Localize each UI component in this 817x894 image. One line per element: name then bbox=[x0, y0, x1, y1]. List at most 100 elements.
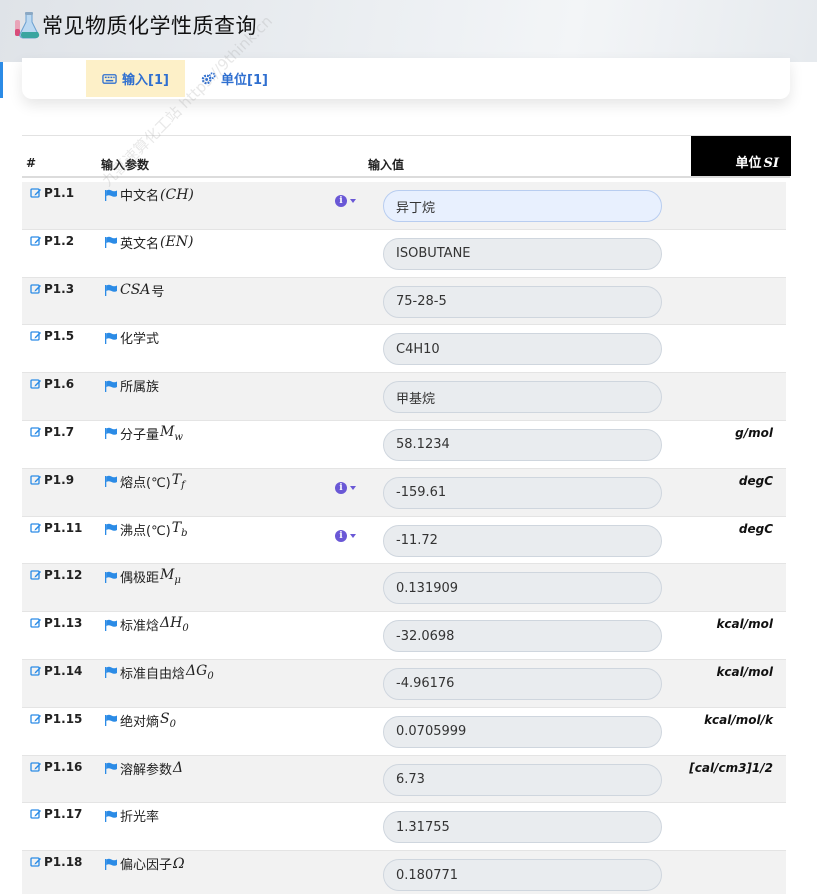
value-input[interactable] bbox=[383, 715, 662, 748]
edit-icon[interactable] bbox=[30, 283, 42, 295]
tab-units[interactable]: 单位[1] bbox=[185, 60, 284, 97]
edit-icon[interactable] bbox=[30, 522, 42, 534]
edit-icon[interactable] bbox=[30, 808, 42, 820]
param-label: 所属族 bbox=[104, 376, 159, 395]
flag-icon bbox=[105, 237, 117, 249]
param-label: 分子量 Mw bbox=[104, 424, 183, 443]
param-symbol: Tf bbox=[171, 471, 185, 491]
row-id: P1.7 bbox=[30, 425, 74, 439]
row-id: P1.1 bbox=[30, 186, 74, 200]
param-label: 标准焓 ΔH0 bbox=[104, 615, 189, 634]
table-row: P1.3 CSA 号 bbox=[22, 277, 786, 326]
edit-icon[interactable] bbox=[30, 235, 42, 247]
edit-icon[interactable] bbox=[30, 426, 42, 438]
flag-icon bbox=[105, 762, 117, 775]
value-input[interactable] bbox=[383, 190, 662, 222]
param-label: 偶极距 Mμ bbox=[104, 567, 181, 586]
param-name: 熔点(℃) bbox=[120, 475, 171, 491]
param-name: 中文名 bbox=[120, 189, 160, 204]
value-input[interactable] bbox=[383, 620, 662, 653]
value-input[interactable] bbox=[383, 572, 662, 605]
keyboard-icon bbox=[102, 74, 117, 84]
edit-icon[interactable] bbox=[30, 617, 42, 629]
row-id: P1.9 bbox=[30, 473, 74, 487]
row-id: P1.12 bbox=[30, 568, 82, 582]
param-symbol: ΔH0 bbox=[160, 615, 189, 635]
unit-label: [cal/cm3]1/2 bbox=[689, 760, 773, 775]
unit-label: kcal/mol/k bbox=[704, 712, 773, 727]
flag-icon bbox=[105, 810, 117, 822]
page-title: 常见物质化学性质查询 bbox=[42, 14, 257, 38]
value-input[interactable] bbox=[383, 476, 662, 509]
row-id: P1.3 bbox=[30, 282, 74, 296]
value-input[interactable] bbox=[383, 763, 662, 796]
flag-icon bbox=[105, 380, 117, 392]
table-top-border bbox=[22, 135, 790, 136]
header-param: 输入参数 bbox=[101, 158, 150, 172]
value-input[interactable] bbox=[383, 381, 662, 414]
flag-icon bbox=[105, 571, 117, 583]
edit-icon[interactable] bbox=[30, 187, 42, 199]
param-name: 偏心因子 bbox=[120, 858, 173, 874]
value-input[interactable] bbox=[383, 333, 662, 366]
param-label: 英文名 (EN) bbox=[104, 233, 193, 252]
table-row: P1.6 所属族 bbox=[22, 373, 786, 421]
value-input[interactable] bbox=[383, 237, 662, 270]
header-unit-symbol: SI bbox=[763, 156, 779, 171]
flag-icon bbox=[105, 428, 117, 440]
table-row: P1.17 折光率 bbox=[22, 803, 786, 852]
row-id: P1.13 bbox=[30, 616, 82, 630]
info-dropdown[interactable]: i bbox=[335, 481, 356, 494]
info-dropdown[interactable]: i bbox=[335, 195, 356, 207]
edit-icon[interactable] bbox=[30, 474, 42, 486]
param-label: 沸点(℃) Tb bbox=[104, 520, 188, 539]
flag-icon bbox=[105, 667, 117, 679]
param-symbol: Mμ bbox=[160, 567, 181, 587]
table-row: P1.9 熔点(℃)Tf i degC bbox=[22, 468, 786, 517]
param-name: 所属族 bbox=[120, 380, 160, 396]
param-suffix: 号 bbox=[151, 284, 165, 300]
info-dropdown[interactable]: i bbox=[335, 529, 356, 542]
tab-input[interactable]: 输入[1] bbox=[86, 60, 185, 97]
flag-icon bbox=[105, 189, 117, 201]
info-icon: i bbox=[335, 195, 347, 207]
value-input[interactable] bbox=[383, 811, 662, 844]
edit-icon[interactable] bbox=[30, 665, 42, 677]
value-input[interactable] bbox=[383, 428, 662, 461]
edit-icon[interactable] bbox=[30, 856, 42, 868]
value-input[interactable] bbox=[383, 667, 662, 700]
table-row: P1.15 绝对熵S0 kcal/mol/k bbox=[22, 707, 786, 756]
param-label: 折光率 bbox=[104, 806, 159, 825]
row-id: P1.11 bbox=[30, 521, 82, 535]
edit-icon[interactable] bbox=[30, 713, 42, 725]
value-input[interactable] bbox=[383, 285, 662, 318]
param-label: 标准自由焓 ΔG0 bbox=[104, 663, 214, 682]
param-symbol: (CH) bbox=[160, 186, 194, 203]
param-symbol: S0 bbox=[160, 710, 176, 730]
edit-icon[interactable] bbox=[30, 330, 42, 342]
value-input[interactable] bbox=[383, 524, 662, 557]
flag-icon bbox=[105, 284, 117, 297]
value-input[interactable] bbox=[383, 859, 662, 892]
param-symbol: Tb bbox=[171, 519, 188, 539]
table-row: P1.16 溶解参数Δ [cal/cm3]1/2 bbox=[22, 755, 786, 804]
table-row: P1.2 英文名 (EN) bbox=[22, 229, 786, 278]
info-icon: i bbox=[335, 529, 347, 542]
edit-icon[interactable] bbox=[30, 761, 42, 773]
param-name: 绝对熵 bbox=[120, 714, 160, 730]
row-id: P1.18 bbox=[30, 855, 82, 869]
unit-label: kcal/mol bbox=[716, 664, 773, 679]
row-id: P1.16 bbox=[30, 760, 82, 774]
table-row: P1.13 标准焓ΔH0 kcal/mol bbox=[22, 612, 786, 660]
tab-units-label: 单位[1] bbox=[221, 73, 268, 88]
param-symbol: ΔG0 bbox=[186, 663, 214, 682]
edit-icon[interactable] bbox=[30, 378, 42, 390]
caret-down-icon bbox=[350, 199, 356, 203]
header-value: 输入值 bbox=[368, 158, 405, 172]
header-number: # bbox=[26, 156, 37, 170]
param-symbol: Δ bbox=[173, 760, 184, 777]
flag-icon bbox=[105, 476, 117, 488]
parameter-table: P1.1中文名(CH)iP1.2英文名(EN)P1.3CSA号P1.5化学式P1… bbox=[22, 182, 786, 894]
edit-icon[interactable] bbox=[30, 569, 42, 581]
flag-icon bbox=[105, 332, 117, 344]
